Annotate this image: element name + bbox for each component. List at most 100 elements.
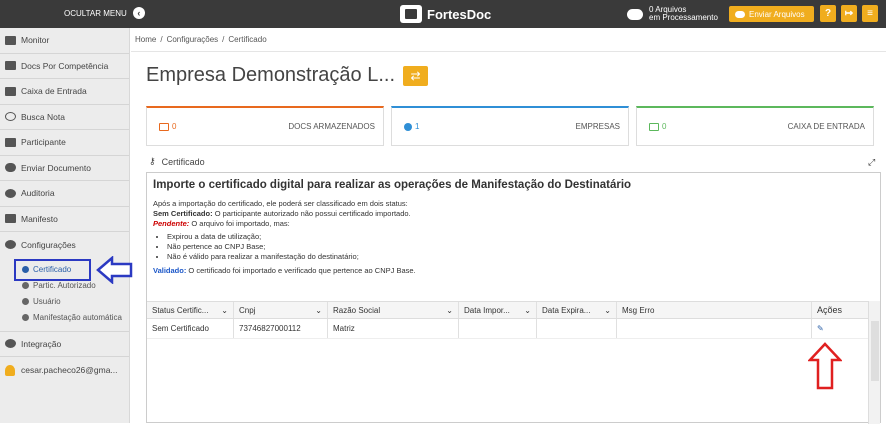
hide-menu-label: OCULTAR MENU [64, 8, 127, 18]
intro-text: Após a importação do certificado, ele po… [153, 199, 408, 208]
sidebar-item-label: Auditoria [21, 188, 55, 199]
sidebar-item-auditoria[interactable]: Auditoria [0, 181, 129, 207]
list-item: Não pertence ao CNPJ Base; [167, 242, 880, 252]
page-title-text: Empresa Demonstração L... [146, 64, 395, 86]
table-cell [537, 319, 617, 338]
pendente-text: O arquivo foi importado, mas: [189, 219, 290, 228]
logout-icon[interactable]: ↦ [841, 5, 857, 22]
chevron-down-icon[interactable]: ⌄ [315, 306, 322, 315]
column-header-razao-social[interactable]: Razão Social ⌄ [328, 302, 459, 318]
sidebar-item-participante[interactable]: Participante [0, 130, 129, 156]
breadcrumb-home[interactable]: Home [135, 35, 156, 44]
validado-label: Validado: [153, 266, 187, 275]
sidebar-item-label: Busca Nota [21, 111, 65, 122]
certificate-panel: Importe o certificado digital para reali… [146, 172, 881, 424]
validado-text: O certificado foi importado e verificado… [186, 266, 416, 275]
send-files-button[interactable]: Enviar Arquivos [729, 6, 814, 22]
sidebar-item-label: Manifesto [21, 213, 58, 224]
hide-menu-button[interactable]: OCULTAR MENU ‹ [64, 7, 145, 19]
page-title: Empresa Demonstração L... ⇄ [146, 64, 428, 87]
sidebar-subitem-label: Partic. Autorizado [33, 281, 96, 290]
expand-icon[interactable]: ⤢ [868, 157, 875, 168]
switch-company-icon[interactable]: ⇄ [403, 65, 428, 86]
menu-icon[interactable]: ≡ [862, 5, 878, 22]
user-email: cesar.pacheco26@gma... [21, 365, 118, 375]
scrollbar-thumb[interactable] [871, 321, 879, 381]
panel-instructions: Após a importação do certificado, ele po… [153, 199, 880, 276]
column-header-data-importacao[interactable]: Data Impor... ⌄ [459, 302, 537, 318]
panel-header: ⚷ Certificado [149, 156, 205, 167]
users-icon [22, 282, 29, 289]
user-profile[interactable]: cesar.pacheco26@gma... [0, 357, 129, 383]
monitor-icon [5, 35, 16, 45]
crosshair-icon [5, 188, 16, 198]
sidebar-item-busca-nota[interactable]: Busca Nota [0, 105, 129, 130]
sidebar-subitem-manifestacao-automatica[interactable]: Manifestação automática [0, 310, 129, 326]
blue-arrow-annotation [96, 256, 133, 284]
table-cell [617, 319, 812, 338]
stat-caixa-entrada[interactable]: 0 CAIXA DE ENTRADA [636, 106, 874, 146]
help-icon[interactable]: ? [820, 5, 836, 22]
chevron-down-icon[interactable]: ⌄ [221, 306, 228, 315]
column-header-msg-erro[interactable]: Msg Erro [617, 302, 812, 318]
user-icon [22, 298, 29, 305]
sidebar-item-label: Participante [21, 137, 66, 148]
sidebar-item-label: Enviar Documento [21, 162, 91, 173]
download-icon [5, 214, 16, 224]
info-icon [404, 122, 412, 131]
sidebar-item-label: Caixa de Entrada [21, 86, 87, 97]
cloud-icon [735, 10, 745, 18]
stat-value: 0 [662, 122, 667, 131]
question-circle-icon [5, 339, 16, 349]
sidebar-item-caixa-entrada[interactable]: Caixa de Entrada [0, 79, 129, 105]
search-icon [5, 112, 16, 122]
pendente-list: Expirou a data de utilização; Não perten… [167, 232, 880, 262]
table-cell [459, 319, 537, 338]
building-icon [5, 137, 16, 147]
column-header-cnpj[interactable]: Cnpj ⌄ [234, 302, 328, 318]
sidebar-item-label: Integração [21, 338, 62, 349]
inbox-icon [5, 86, 16, 96]
breadcrumb-configuracoes[interactable]: Configurações [167, 35, 219, 44]
chevron-down-icon[interactable]: ⌄ [524, 306, 531, 315]
stat-empresas[interactable]: 1 EMPRESAS [391, 106, 629, 146]
chevron-down-icon[interactable]: ⌄ [446, 306, 453, 315]
list-item: Não é válido para realizar a manifestaçã… [167, 252, 880, 262]
sidebar-item-monitor[interactable]: Monitor [0, 28, 129, 54]
sidebar-subitem-label: Usuário [33, 297, 61, 306]
main-content: Home / Configurações / Certificado Empresa… [131, 28, 886, 424]
sidebar-item-configuracoes[interactable]: Configurações [0, 232, 129, 258]
sidebar-subitem-usuario[interactable]: Usuário [0, 294, 129, 310]
certificate-table: Status Certific... ⌄ Cnpj ⌄ Razão Social ⌄ … [147, 301, 868, 424]
sidebar-item-integracao[interactable]: Integração [0, 332, 129, 357]
table-scrollbar[interactable] [868, 301, 880, 424]
monitor-icon [159, 122, 169, 131]
sidebar-item-label: Monitor [21, 35, 50, 46]
sidebar-subitem-label: Manifestação automática [33, 313, 122, 322]
stat-docs-armazenados[interactable]: 0 DOCS ARMAZENADOS [146, 106, 384, 146]
clock-icon [22, 314, 29, 321]
sidebar-item-enviar-documento[interactable]: Enviar Documento [0, 156, 129, 181]
table-header: Status Certific... ⌄ Cnpj ⌄ Razão Social ⌄ … [147, 301, 868, 319]
list-item: Expirou a data de utilização; [167, 232, 880, 242]
app-name: FortesDoc [427, 6, 492, 22]
stat-label: DOCS ARMAZENADOS [288, 122, 375, 131]
sidebar-item-manifesto[interactable]: Manifesto [0, 207, 129, 232]
table-row[interactable]: Sem Certificado 73746827000112 Matriz ✎ [147, 319, 868, 339]
column-header-data-expiracao[interactable]: Data Expira... ⌄ [537, 302, 617, 318]
column-header-status[interactable]: Status Certific... ⌄ [147, 302, 234, 318]
breadcrumb-certificado: Certificado [228, 35, 267, 44]
arrow-left-icon: ‹ [132, 7, 145, 19]
gears-icon [5, 240, 16, 250]
send-files-label: Enviar Arquivos [749, 9, 805, 19]
bar-chart-icon [5, 61, 16, 71]
chevron-down-icon[interactable]: ⌄ [604, 306, 611, 315]
panel-heading: Importe o certificado digital para reali… [153, 179, 632, 191]
processing-status: 0 Arquivos em Processamento [627, 6, 718, 22]
column-header-acoes: Ações [817, 305, 843, 315]
sem-cert-text: O participante autorizado não possui cer… [212, 209, 411, 218]
sidebar-item-docs-competencia[interactable]: Docs Por Competência [0, 54, 129, 79]
red-arrow-annotation [808, 342, 842, 390]
table-cell: Sem Certificado [147, 319, 234, 338]
edit-icon[interactable]: ✎ [817, 324, 824, 333]
